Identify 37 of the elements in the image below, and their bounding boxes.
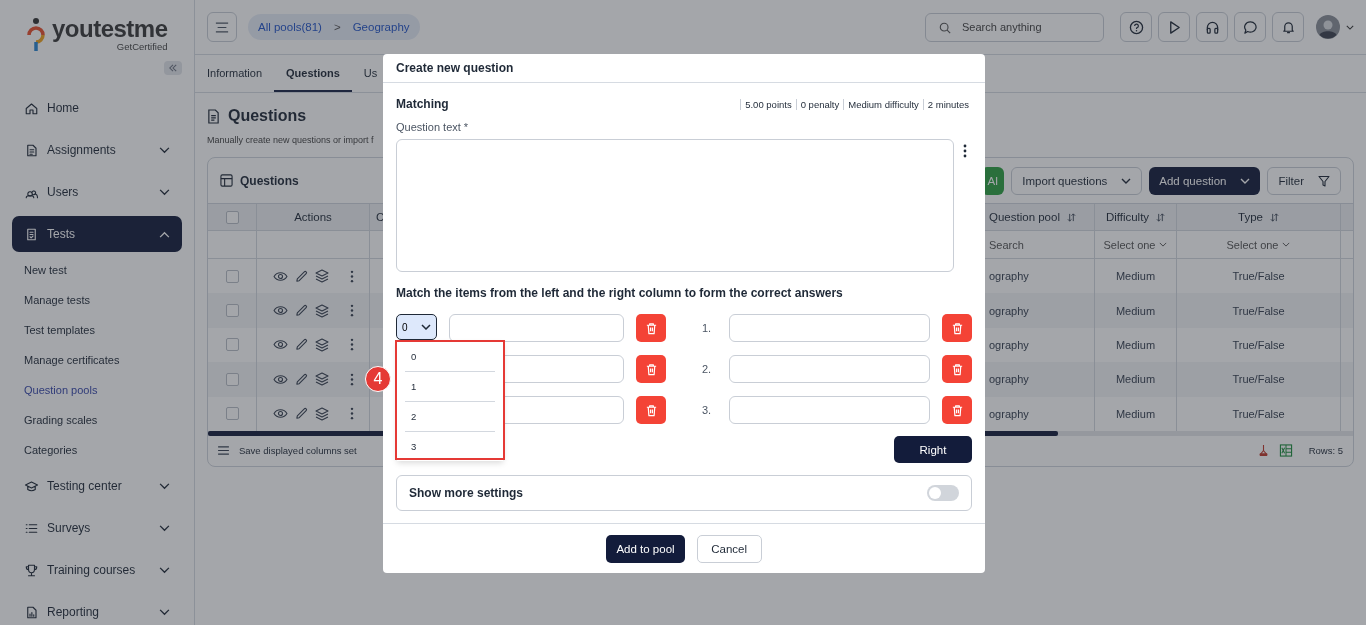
question-meta: Medium difficulty bbox=[843, 98, 923, 110]
question-meta: 5.00 points bbox=[740, 98, 796, 110]
table-cell: True/False bbox=[1232, 407, 1285, 420]
question-meta: 0 penalty bbox=[795, 98, 844, 110]
field-label: Question text * bbox=[396, 121, 470, 133]
page-title: Questions bbox=[228, 107, 307, 125]
table-cell: Medium bbox=[1115, 407, 1156, 420]
table-cell: Medium bbox=[1115, 270, 1156, 283]
logo-tagline: GetCertified bbox=[116, 41, 168, 52]
table-cell: Medium bbox=[1115, 304, 1156, 317]
breadcrumb-separator: > bbox=[333, 21, 341, 33]
question-meta: 2 minutes bbox=[922, 98, 972, 110]
column-header: Type bbox=[1238, 211, 1263, 223]
table-cell: True/False bbox=[1232, 338, 1285, 351]
item-number: 3. bbox=[702, 404, 713, 416]
question-type: Matching bbox=[396, 97, 449, 111]
page-description: Manually create new questions or import f bbox=[207, 135, 375, 145]
column-header: Actions bbox=[294, 211, 332, 223]
instruction-text: Match the items from the left and the right column to form the correct answers bbox=[396, 286, 844, 300]
table-cell: ography bbox=[989, 338, 1029, 351]
column-header: Difficulty bbox=[1105, 211, 1150, 223]
item-number: 2. bbox=[702, 363, 713, 375]
table-cell: True/False bbox=[1232, 304, 1285, 317]
table-cell: True/False bbox=[1232, 373, 1285, 386]
table-cell: ography bbox=[989, 270, 1029, 283]
settings-label: Show more settings bbox=[409, 486, 524, 500]
row-count: Rows: 5 bbox=[1308, 445, 1343, 457]
item-number: 1. bbox=[702, 322, 713, 334]
table-cell: True/False bbox=[1232, 270, 1285, 283]
column-header: Question pool bbox=[989, 211, 1060, 223]
table-cell: ography bbox=[989, 304, 1029, 317]
table-title: Questions bbox=[240, 173, 299, 188]
table-cell: ography bbox=[989, 373, 1029, 386]
table-cell: Medium bbox=[1115, 338, 1156, 351]
table-cell: ography bbox=[989, 407, 1029, 420]
table-cell: Medium bbox=[1115, 373, 1156, 386]
dialog-title: Create new question bbox=[396, 61, 514, 75]
